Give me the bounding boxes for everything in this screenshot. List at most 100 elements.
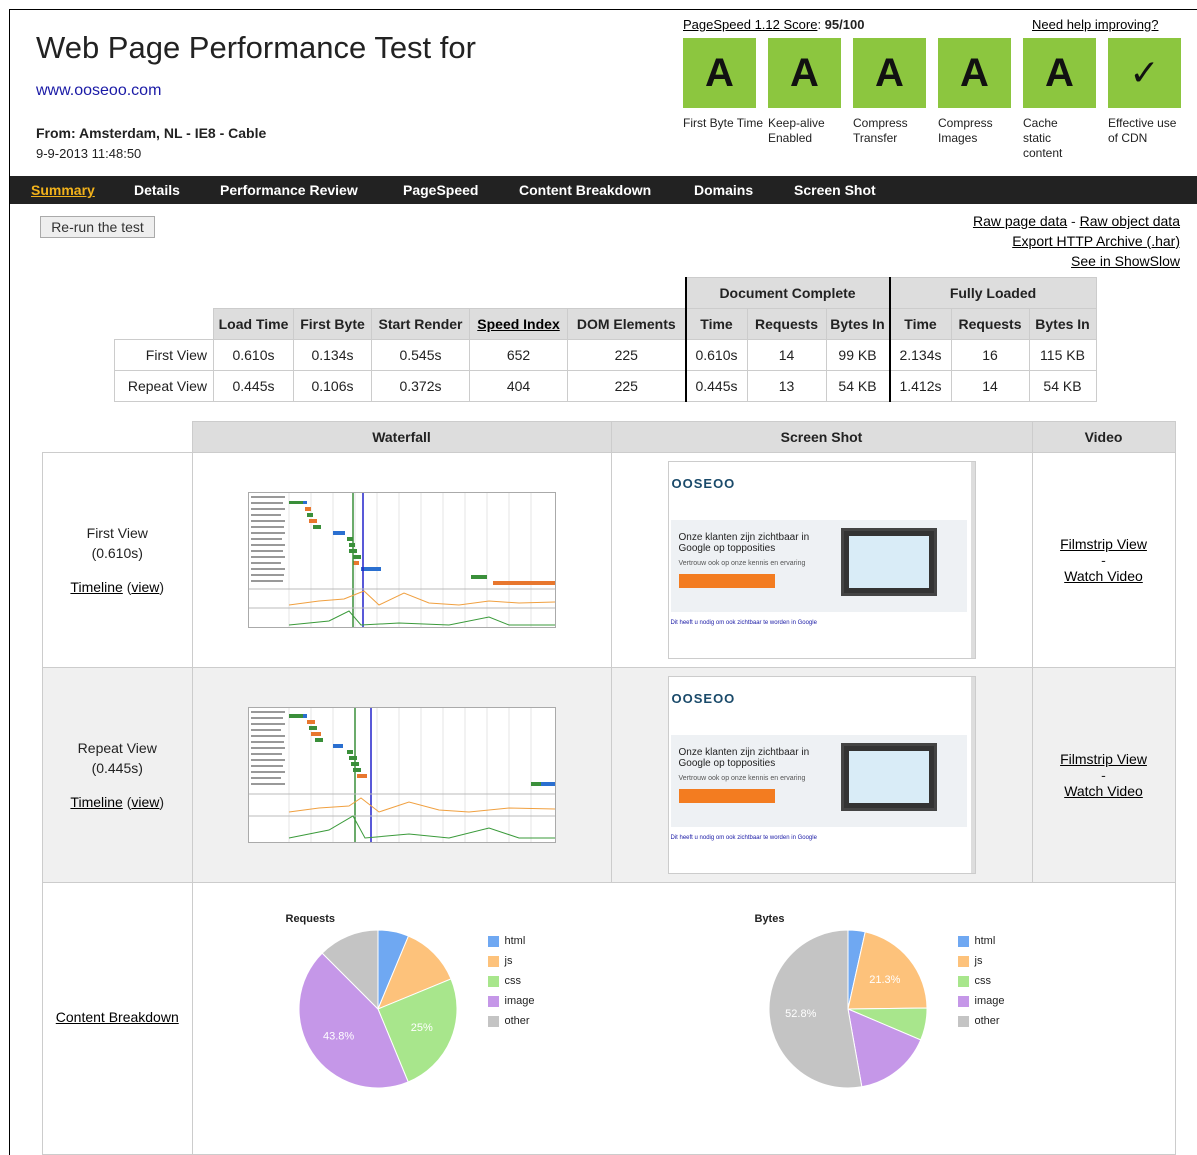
col-fl-requests: Requests	[950, 308, 1030, 340]
table-cell: 2.134s	[888, 339, 952, 371]
legend-swatch	[957, 955, 969, 967]
col-speed-index[interactable]: Speed Index	[469, 308, 568, 340]
grade-keep-alive[interactable]: A	[768, 38, 841, 108]
legend-label: other	[504, 1015, 530, 1027]
timeline-link[interactable]: Timeline	[70, 579, 122, 595]
tab-performance-review[interactable]: Performance Review	[220, 182, 358, 198]
timeline-link[interactable]: Timeline	[70, 794, 122, 810]
video-header: Video	[1031, 421, 1176, 453]
col-dc-bytes: Bytes In	[825, 308, 890, 340]
table-cell: 0.445s	[684, 370, 748, 402]
site-headline: Onze klanten zijn zichtbaar in Google op…	[678, 747, 810, 769]
legend-swatch	[957, 995, 969, 1007]
laptop-image	[840, 743, 937, 811]
legend-swatch	[487, 975, 499, 987]
table-cell: 404	[469, 370, 568, 402]
watch-video-link[interactable]: Watch Video	[1064, 783, 1143, 799]
pagespeed-score-link[interactable]: PageSpeed 1.12 Score	[683, 17, 817, 32]
pagespeed-score[interactable]: PageSpeed 1.12 Score: 95/100	[683, 17, 864, 32]
table-cell: 13	[746, 370, 827, 402]
showslow-link[interactable]: See in ShowSlow	[1071, 253, 1180, 269]
screenshot-thumbnail[interactable]: OOSEOO Onze klanten zijn zichtbaar in Go…	[667, 676, 976, 874]
legend-label: html	[974, 935, 996, 947]
legend-label: image	[974, 995, 1005, 1007]
link-separator: -	[1071, 213, 1076, 229]
pagespeed-score-value: 95/100	[824, 17, 865, 32]
grade-cache-static[interactable]: A	[1023, 38, 1096, 108]
legend-label: js	[504, 955, 513, 967]
grade-compress-images[interactable]: A	[938, 38, 1011, 108]
site-cta-button	[678, 574, 775, 588]
col-start-render: Start Render	[371, 308, 470, 340]
screenshot-cell[interactable]: OOSEOO Onze klanten zijn zichtbaar in Go…	[610, 452, 1033, 668]
speed-index-link[interactable]: Speed Index	[477, 316, 559, 332]
waterfall-cell[interactable]	[191, 452, 612, 668]
view-time: (0.445s)	[91, 760, 143, 776]
watch-video-link[interactable]: Watch Video	[1064, 568, 1143, 584]
waterfall-thumbnail[interactable]	[247, 492, 556, 628]
legend-item-image: image	[957, 995, 1005, 1007]
grade-label-compress-transfer: Compress Transfer	[853, 116, 908, 145]
repeat-view-row: Repeat View (0.445s) Timeline (view) OOS…	[42, 667, 1176, 883]
waterfall-image	[248, 493, 555, 627]
content-breakdown-charts-cell: Requests 25% 43.8% html js css image other Bytes…	[191, 882, 1176, 1155]
timeline-view-link[interactable]: view	[131, 579, 159, 595]
site-footer-text: Dit heeft u nodig om ook zichtbaar te wo…	[670, 620, 817, 626]
col-fl-time: Time	[888, 308, 952, 340]
site-subheadline: Vertrouw ook op onze kennis en ervaring	[678, 560, 806, 567]
legend-item-other: other	[487, 1015, 530, 1027]
waterfall-thumbnail[interactable]	[247, 707, 556, 843]
legend-swatch	[957, 975, 969, 987]
view-label-cell: First View (0.610s) Timeline (view)	[42, 452, 193, 668]
screenshot-cell[interactable]: OOSEOO Onze klanten zijn zichtbaar in Go…	[610, 667, 1033, 883]
raw-data-links: Raw page data - Raw object data	[973, 213, 1180, 229]
view-name: Repeat View	[77, 740, 157, 756]
view-time: (0.610s)	[91, 545, 143, 561]
content-breakdown-link[interactable]: Content Breakdown	[56, 1009, 179, 1025]
legend-label: css	[974, 975, 992, 987]
grade-compress-transfer[interactable]: A	[853, 38, 926, 108]
link-separator: -	[1101, 767, 1106, 783]
tab-screen-shot[interactable]: Screen Shot	[794, 182, 876, 198]
filmstrip-view-link[interactable]: Filmstrip View	[1060, 751, 1147, 767]
raw-object-data-link[interactable]: Raw object data	[1080, 213, 1180, 229]
table-cell: 225	[567, 339, 686, 371]
tested-url-link[interactable]: www.ooseoo.com	[36, 82, 161, 100]
link-separator: -	[1101, 552, 1106, 568]
row-label: First View	[114, 339, 214, 371]
tab-pagespeed[interactable]: PageSpeed	[403, 182, 478, 198]
scrollbar	[970, 677, 975, 873]
tab-summary[interactable]: Summary	[31, 182, 95, 198]
grade-cdn-check-icon[interactable]: ✓	[1108, 38, 1181, 108]
export-har-link[interactable]: Export HTTP Archive (.har)	[1012, 233, 1180, 249]
legend-label: html	[504, 935, 526, 947]
tab-domains[interactable]: Domains	[694, 182, 753, 198]
table-cell: 0.106s	[293, 370, 372, 402]
col-first-byte: First Byte	[293, 308, 372, 340]
legend-item-js: js	[487, 955, 513, 967]
legend-item-js: js	[957, 955, 983, 967]
grade-label-cdn: Effective use of CDN	[1108, 116, 1177, 145]
video-cell: Filmstrip View - Watch Video	[1031, 452, 1176, 668]
site-logo: OOSEOO	[671, 691, 736, 706]
results-table: Document Complete Fully Loaded Load Time…	[114, 277, 1097, 402]
legend-label: js	[974, 955, 983, 967]
legend-item-html: html	[957, 935, 996, 947]
screenshot-thumbnail[interactable]: OOSEOO Onze klanten zijn zichtbaar in Go…	[667, 461, 976, 659]
tab-details[interactable]: Details	[134, 182, 180, 198]
filmstrip-view-link[interactable]: Filmstrip View	[1060, 536, 1147, 552]
legend-item-html: html	[487, 935, 526, 947]
waterfall-header: Waterfall	[191, 421, 612, 453]
tab-content-breakdown[interactable]: Content Breakdown	[519, 182, 651, 198]
grade-first-byte[interactable]: A	[683, 38, 756, 108]
pie-slice-label: 21.3%	[869, 974, 900, 986]
rerun-test-button[interactable]: Re-run the test	[40, 216, 155, 238]
waterfall-cell[interactable]	[191, 667, 612, 883]
pie-slice-label: 25%	[410, 1022, 432, 1034]
help-improving-link[interactable]: Need help improving?	[1032, 17, 1158, 32]
table-cell: 54 KB	[1028, 370, 1097, 402]
grade-label-cache-static: Cache static content	[1023, 116, 1063, 160]
results-grid: Waterfall Screen Shot Video First View (…	[42, 421, 1176, 1155]
timeline-view-link[interactable]: view	[131, 794, 159, 810]
raw-page-data-link[interactable]: Raw page data	[973, 213, 1067, 229]
